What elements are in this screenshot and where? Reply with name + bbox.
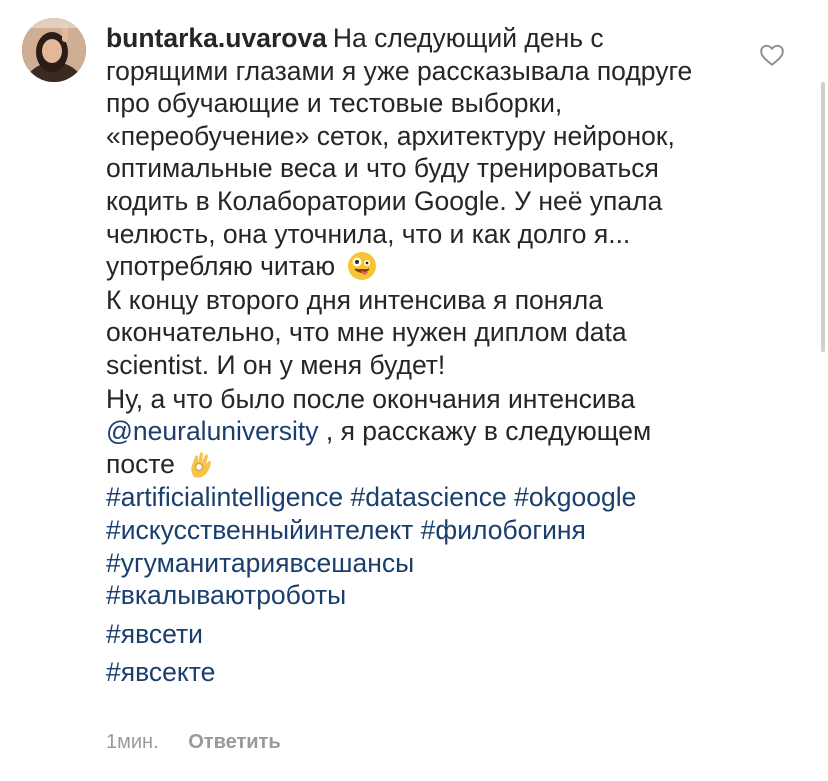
ok-hand-emoji xyxy=(191,451,212,478)
hashtag-link[interactable]: #явсети xyxy=(106,619,203,649)
username-link[interactable]: buntarka.uvarova xyxy=(106,23,327,53)
comment-paragraph-2: К концу второго дня интенсива я поняла о… xyxy=(106,284,627,380)
comment-text-3a: Ну, а что было после окончания интенсива xyxy=(106,383,636,414)
hashtag-link[interactable]: #филобогиня xyxy=(421,515,586,545)
like-button[interactable] xyxy=(759,42,785,68)
comment-paragraph-1: buntarka.uvarova На следующий день с горя… xyxy=(106,22,721,283)
hashtag-line: #явсети xyxy=(106,618,721,651)
zany-face-emoji xyxy=(347,252,376,281)
hashtag-line: #угуманитариявсешансы xyxy=(106,547,721,580)
heart-outline-icon xyxy=(760,44,784,66)
scrollbar[interactable] xyxy=(821,82,825,352)
avatar[interactable] xyxy=(22,18,86,82)
hashtag-link[interactable]: #artificialintelligence xyxy=(106,482,343,512)
hashtag-line: #искусственныйинтелект #филобогиня xyxy=(106,514,721,547)
reply-button[interactable]: Ответить xyxy=(188,731,280,753)
comment-body: buntarka.uvarova На следующий день с горя… xyxy=(106,22,721,689)
comment-timestamp: 1мин. xyxy=(106,731,159,753)
hashtag-line: #явсекте xyxy=(106,656,721,689)
comment-paragraph-3: Ну, а что было после окончания интенсива… xyxy=(106,383,721,481)
hashtag-link[interactable]: #угуманитариявсешансы xyxy=(106,548,414,578)
comment-footer: 1мин. Ответить xyxy=(106,728,281,756)
hashtag-line: #artificialintelligence #datascience #ok… xyxy=(106,481,721,514)
hashtag-block: #artificialintelligence #datascience #ok… xyxy=(106,481,721,689)
avatar-photo xyxy=(22,18,86,82)
hashtag-link[interactable]: #okgoogle xyxy=(514,482,636,512)
hashtag-line: #вкалываютроботы xyxy=(106,579,721,612)
mention-link[interactable]: @neuraluniversity xyxy=(106,416,319,446)
comment-text-1: На следующий день с горящими глазами я у… xyxy=(106,23,693,282)
hashtag-link[interactable]: #явсекте xyxy=(106,657,215,687)
hashtag-link[interactable]: #искусственныйинтелект xyxy=(106,515,413,545)
hashtag-link[interactable]: #вкалываютроботы xyxy=(106,580,346,610)
hashtag-link[interactable]: #datascience xyxy=(351,482,507,512)
